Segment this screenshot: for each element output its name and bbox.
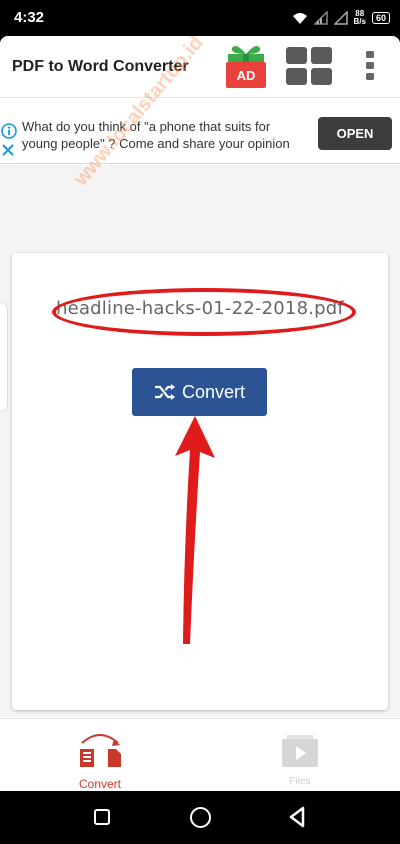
- status-icons: 88 B/s 60: [292, 7, 390, 29]
- nav-item-files[interactable]: Files: [262, 735, 338, 791]
- wifi-icon: [292, 13, 307, 24]
- recent-apps-button[interactable]: [94, 809, 110, 825]
- ad-banner[interactable]: What do you think of "a phone that suits…: [0, 106, 400, 164]
- system-nav-bar: [0, 791, 400, 844]
- ad-open-button[interactable]: OPEN: [318, 117, 392, 150]
- nav-files-label: Files: [289, 776, 311, 787]
- close-icon[interactable]: [1, 143, 15, 157]
- more-options-icon[interactable]: [362, 50, 378, 82]
- net-speed: 88 B/s: [353, 9, 366, 26]
- side-drawer-handle[interactable]: [0, 302, 8, 412]
- ad-text[interactable]: What do you think of "a phone that suits…: [22, 118, 307, 152]
- shuffle-icon: [154, 384, 175, 400]
- files-icon: [282, 735, 318, 767]
- battery-indicator: 60: [371, 12, 390, 24]
- status-time: 4:32: [14, 9, 45, 26]
- nav-convert-label: Convert: [78, 777, 122, 791]
- convert-button[interactable]: Convert: [132, 368, 267, 416]
- grid-menu-icon[interactable]: [285, 46, 333, 86]
- app-window: PDF to Word Converter AD What do you thi…: [0, 36, 400, 791]
- status-bar: 4:32 88 B/s 60: [0, 0, 400, 36]
- bottom-navigation: Convert Files: [0, 718, 400, 791]
- info-icon[interactable]: [1, 123, 17, 139]
- back-button[interactable]: [288, 806, 306, 828]
- annotation-circle: [52, 288, 356, 336]
- nav-item-convert[interactable]: Convert: [60, 727, 140, 791]
- convert-files-icon: [80, 734, 121, 767]
- annotation-arrow: [175, 416, 215, 644]
- signal-icon-2: [333, 11, 348, 25]
- ad-badge: AD: [237, 68, 256, 83]
- signal-icon: [313, 11, 328, 25]
- convert-button-label: Convert: [181, 381, 246, 402]
- home-button[interactable]: [190, 807, 211, 828]
- gift-ad-icon[interactable]: AD: [224, 42, 268, 88]
